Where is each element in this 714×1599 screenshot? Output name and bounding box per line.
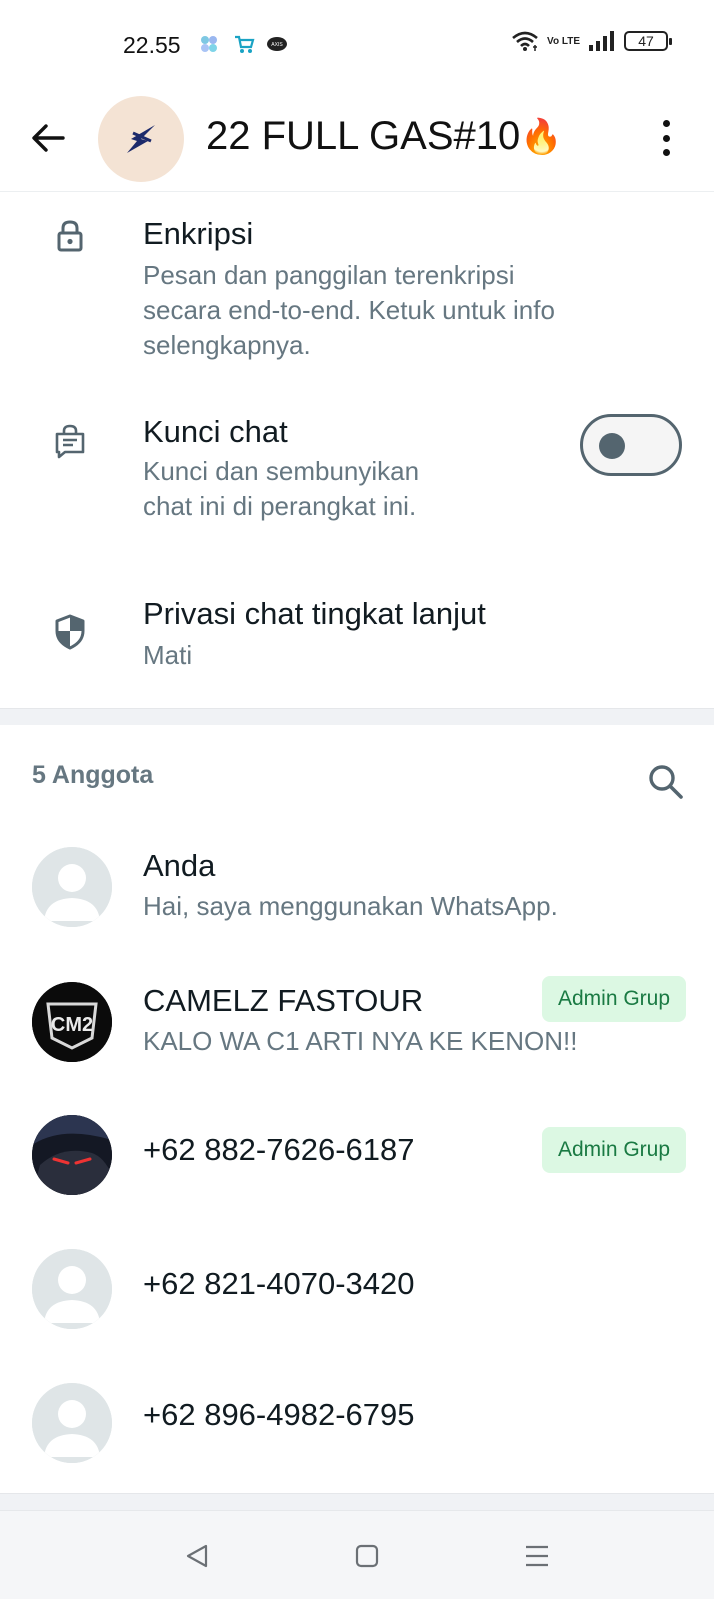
member-logo-avatar: CM2 [32,982,112,1062]
member-name: CAMELZ FASTOUR [143,983,424,1018]
chat-notification-icon: AXIS [267,37,287,51]
encryption-description: Pesan dan panggilan terenkripsi secara e… [143,260,555,360]
app-notification-icon [201,36,217,52]
status-time: 22.55 [123,32,181,58]
member-item[interactable]: CM2 CAMELZ FASTOUR KALO WA C1 ARTI NYA K… [0,970,714,1070]
group-avatar[interactable] [98,96,184,182]
default-avatar-icon [32,1249,112,1329]
chat-lock-toggle[interactable] [580,414,682,476]
member-name: +62 896-4982-6795 [143,1397,415,1432]
chat-lock-description: Kunci dan sembunyikan chat ini di perang… [143,456,420,521]
triangle-back-icon [186,1544,208,1568]
back-button[interactable] [28,118,68,158]
wifi-icon [512,31,538,51]
advanced-privacy-status: Mati [143,640,193,670]
member-name: +62 882-7626-6187 [143,1132,415,1167]
member-item[interactable]: +62 821-4070-3420 [0,1238,714,1338]
avatar-logo-text: CM2 [51,1014,93,1036]
lock-icon [52,218,88,254]
square-home-icon [355,1544,379,1568]
encryption-row[interactable]: Enkripsi Pesan dan panggilan terenkripsi… [0,192,714,372]
status-indicators: Vo LTE 47 [511,30,672,52]
toggle-knob [599,433,625,459]
default-avatar-icon [32,1383,112,1463]
more-dot-icon [662,120,670,127]
shopping-notification-icon [235,35,255,53]
search-icon[interactable] [646,762,686,802]
section-divider [0,708,714,725]
advanced-privacy-row[interactable]: Privasi chat tingkat lanjut Mati [0,580,714,690]
chat-info-header: 22 FULL GAS#10 🔥 [0,88,714,192]
member-item[interactable]: +62 896-4982-6795 [0,1372,714,1472]
more-dot-icon [662,149,670,156]
battery-icon: 47 [624,31,672,51]
default-avatar-icon [32,847,112,927]
admin-badge: Admin Grup [542,1127,686,1173]
chat-lock-icon [52,424,88,460]
menu-lines-icon [526,1545,548,1567]
group-title: 22 FULL GAS#10 🔥 [206,114,563,159]
member-photo-avatar [32,1115,112,1195]
volte-indicator: Vo LTE [547,35,580,47]
chat-lock-title: Kunci chat [143,414,288,449]
more-dot-icon [662,134,670,142]
member-name: +62 821-4070-3420 [143,1266,415,1301]
section-divider [0,1493,714,1510]
admin-badge: Admin Grup [542,976,686,1022]
member-item[interactable]: Anda Hai, saya menggunakan WhatsApp. [0,836,714,936]
member-about: Hai, saya menggunakan WhatsApp. [143,891,558,921]
status-bar: 22.55 AXIS Vo LTE 47 [0,0,714,88]
nav-recents-button[interactable] [520,1539,554,1573]
nav-home-button[interactable] [350,1539,384,1573]
nav-back-button[interactable] [180,1539,214,1573]
advanced-privacy-title: Privasi chat tingkat lanjut [143,596,486,631]
member-about: KALO WA C1 ARTI NYA KE KENON!! [143,1026,578,1056]
svg-text:AXIS: AXIS [271,42,283,48]
more-options-button[interactable] [654,118,678,158]
member-name: Anda [143,848,216,883]
group-title-text: 22 FULL GAS#10 [206,114,521,158]
members-count: 5 Anggota [32,761,154,789]
system-nav-bar [0,1510,714,1599]
shield-icon [52,614,88,650]
signal-icon [589,31,614,51]
lightning-star-logo-icon [127,125,155,153]
member-item[interactable]: +62 882-7626-6187 Admin Grup [0,1104,714,1204]
fire-emoji: 🔥 [520,117,563,156]
encryption-title: Enkripsi [143,216,254,251]
arrow-left-icon [32,124,65,152]
